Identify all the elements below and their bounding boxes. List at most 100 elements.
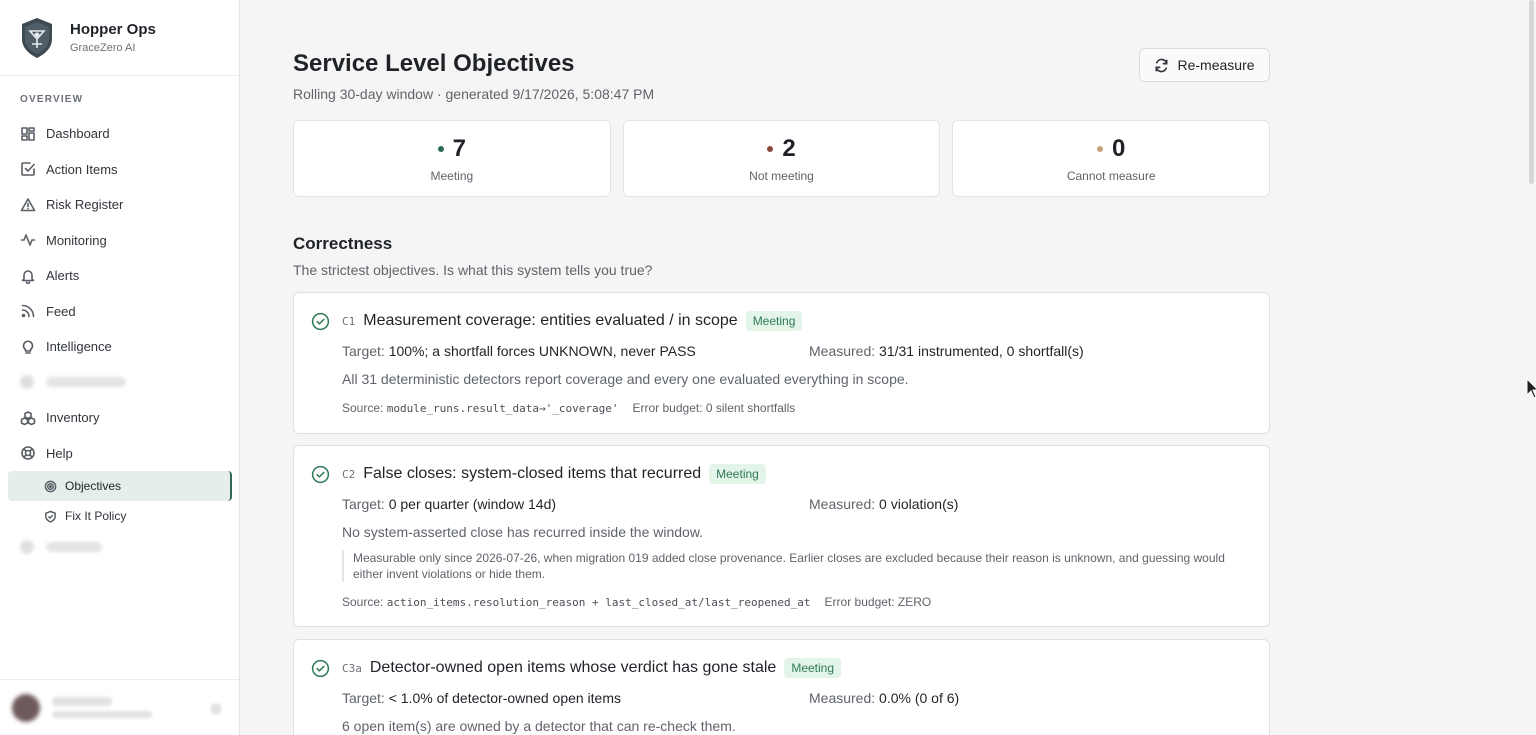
objective-target: Target: < 1.0% of detector-owned open it… xyxy=(342,690,622,706)
bell-icon xyxy=(21,269,35,284)
redacted-label xyxy=(46,542,102,552)
user-menu[interactable] xyxy=(0,679,239,735)
summary-cannot-measure: 0 Cannot measure xyxy=(952,120,1271,197)
user-info-redacted xyxy=(52,697,152,718)
lifebuoy-icon xyxy=(21,446,35,461)
chevron-icon xyxy=(211,704,221,714)
sidebar-item-label: Objectives xyxy=(65,479,122,493)
sidebar-item-label: Inventory xyxy=(46,410,100,426)
objective-card-c3a[interactable]: C3a Detector-owned open items whose verd… xyxy=(293,639,1270,735)
objective-title: False closes: system-closed items that r… xyxy=(363,465,702,482)
sidebar-item-intelligence[interactable]: Intelligence xyxy=(0,329,239,365)
summary-not-meeting: 2 Not meeting xyxy=(622,120,941,197)
sidebar-item-risk-register[interactable]: Risk Register xyxy=(0,187,239,223)
summary-value: 7 xyxy=(452,134,467,162)
sidebar-item-label: Risk Register xyxy=(46,197,124,213)
re-measure-button[interactable]: Re-measure xyxy=(1139,48,1270,82)
sidebar-item-label: Dashboard xyxy=(46,126,110,142)
section-title: Correctness xyxy=(293,234,393,253)
summary-label: Meeting xyxy=(430,168,474,183)
sidebar-item-help[interactable]: Help xyxy=(0,436,239,472)
avatar xyxy=(12,693,40,722)
objective-title: Measurement coverage: entities evaluated… xyxy=(363,312,738,329)
objective-source: Source: module_runs.result_data→'_covera… xyxy=(342,401,796,415)
sidebar-item-fix-it-policy[interactable]: Fix It Policy xyxy=(8,501,232,531)
sidebar-item-redacted[interactable] xyxy=(0,365,239,401)
refresh-icon xyxy=(1155,58,1168,72)
checkbox-icon xyxy=(21,162,35,177)
objective-measured: Measured: 31/31 instrumented, 0 shortfal… xyxy=(809,343,1084,359)
brand-name: Hopper Ops xyxy=(70,21,156,38)
sidebar-item-redacted[interactable] xyxy=(20,540,102,554)
summary-label: Cannot measure xyxy=(1066,168,1156,183)
nav-section-label: OVERVIEW xyxy=(20,94,84,105)
status-dot xyxy=(437,145,444,152)
sidebar-item-label: Fix It Policy xyxy=(65,509,127,523)
lightbulb-icon xyxy=(22,340,34,354)
sidebar-item-label: Action Items xyxy=(46,161,118,177)
warning-icon xyxy=(20,197,36,212)
status-badge: Meeting xyxy=(784,658,842,678)
status-badge: Meeting xyxy=(709,464,766,484)
sidebar-item-feed[interactable]: Feed xyxy=(0,294,239,330)
sidebar-item-inventory[interactable]: Inventory xyxy=(0,400,239,436)
redacted-icon xyxy=(20,540,34,554)
objective-target: Target: 100%; a shortfall forces UNKNOWN… xyxy=(342,343,696,359)
sidebar-item-dashboard[interactable]: Dashboard xyxy=(0,116,239,152)
boxes-icon xyxy=(20,410,36,426)
objective-measured: Measured: 0.0% (0 of 6) xyxy=(809,690,960,706)
redacted-label xyxy=(46,377,126,388)
objective-code: C3a xyxy=(342,661,362,675)
target-icon xyxy=(44,480,57,492)
status-badge: Meeting xyxy=(745,311,803,331)
shield-check-icon xyxy=(45,510,56,523)
objective-target: Target: 0 per quarter (window 14d) xyxy=(342,496,557,512)
objective-description: 6 open item(s) are owned by a detector t… xyxy=(342,718,736,734)
objective-description: All 31 deterministic detectors report co… xyxy=(342,371,909,387)
status-dot xyxy=(767,145,774,152)
objective-card-c2[interactable]: C2 False closes: system-closed items tha… xyxy=(293,445,1270,627)
sidebar-item-monitoring[interactable]: Monitoring xyxy=(0,223,239,259)
sidebar-item-objectives[interactable]: Objectives xyxy=(8,471,232,501)
sidebar-item-label: Help xyxy=(46,445,73,461)
check-circle-icon xyxy=(311,465,330,483)
brand[interactable]: Hopper Ops GraceZero AI xyxy=(0,0,239,76)
summary-meeting: 7 Meeting xyxy=(293,120,611,197)
shield-logo-icon xyxy=(22,17,52,58)
objective-code: C2 xyxy=(342,467,356,481)
summary-value: 2 xyxy=(782,134,796,162)
page-title: Service Level Objectives xyxy=(293,50,575,77)
re-measure-label: Re-measure xyxy=(1177,57,1255,73)
check-circle-icon xyxy=(311,312,330,330)
check-circle-icon xyxy=(311,659,330,677)
objective-card-c1[interactable]: C1 Measurement coverage: entities evalua… xyxy=(293,292,1270,434)
status-dot xyxy=(1097,145,1103,152)
objective-measured: Measured: 0 violation(s) xyxy=(809,496,959,512)
page-subtitle: Rolling 30-day window · generated 9/17/2… xyxy=(293,86,655,102)
sidebar: Hopper Ops GraceZero AI OVERVIEW Dashboa… xyxy=(0,0,240,735)
scrollbar[interactable] xyxy=(1529,0,1534,184)
section-description: The strictest objectives. Is what this s… xyxy=(293,262,653,278)
rss-icon xyxy=(21,304,35,318)
sidebar-item-alerts[interactable]: Alerts xyxy=(0,258,239,294)
sidebar-item-action-items[interactable]: Action Items xyxy=(0,152,239,188)
sidebar-item-label: Feed xyxy=(46,303,76,319)
summary-label: Not meeting xyxy=(749,168,814,183)
summary-value: 0 xyxy=(1112,134,1126,162)
objective-note: Measurable only since 2026-07-26, when m… xyxy=(342,550,1252,582)
pulse-icon xyxy=(20,234,36,247)
objective-code: C1 xyxy=(342,314,356,328)
mouse-cursor-icon xyxy=(1526,378,1536,399)
sidebar-item-label: Monitoring xyxy=(46,232,107,248)
grid-icon xyxy=(21,126,35,141)
sidebar-item-label: Alerts xyxy=(46,268,80,284)
help-sub-nav: Objectives Fix It Policy xyxy=(8,471,232,531)
sidebar-item-label: Intelligence xyxy=(46,339,112,355)
summary-cards: 7 Meeting 2 Not meeting 0 Cannot measure xyxy=(293,120,1271,197)
objective-description: No system-asserted close has recurred in… xyxy=(342,524,704,540)
brand-subtitle: GraceZero AI xyxy=(70,42,136,54)
redacted-icon xyxy=(20,375,34,390)
sidebar-nav: Dashboard Action Items Risk Register Mon… xyxy=(0,116,239,471)
objective-source: Source: action_items.resolution_reason +… xyxy=(342,595,932,609)
objective-title: Detector-owned open items whose verdict … xyxy=(369,659,777,676)
